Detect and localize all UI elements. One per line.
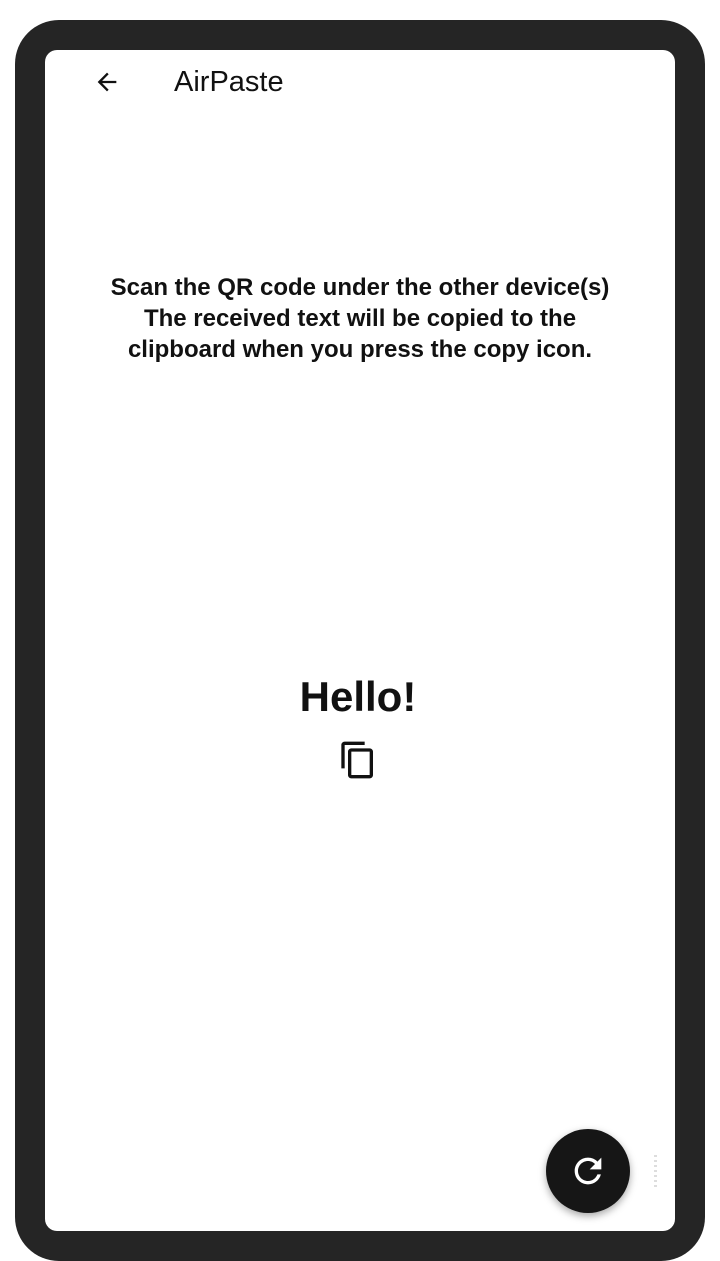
copy-button[interactable] [338,738,378,782]
received-text: Hello! [299,673,417,720]
back-button[interactable] [89,64,125,100]
instruction-line: Scan the QR code under the other device(… [110,274,610,301]
app-screen: AirPaste Scan the QR code under the othe… [45,50,675,1231]
device-frame: AirPaste Scan the QR code under the othe… [15,20,705,1261]
scroll-edge-indicator [654,1155,657,1189]
refresh-icon [574,1157,602,1185]
arrow-back-icon [97,72,117,92]
refresh-button[interactable] [546,1129,630,1213]
app-title: AirPaste [174,66,284,98]
instruction-line: clipboard when you press the copy icon. [127,336,593,363]
instruction-line: The received text will be copied to the [143,305,577,332]
instructions-text: Scan the QR code under the other device(… [45,272,675,365]
app-bar: AirPaste [45,50,675,114]
content-copy-icon [341,741,373,779]
